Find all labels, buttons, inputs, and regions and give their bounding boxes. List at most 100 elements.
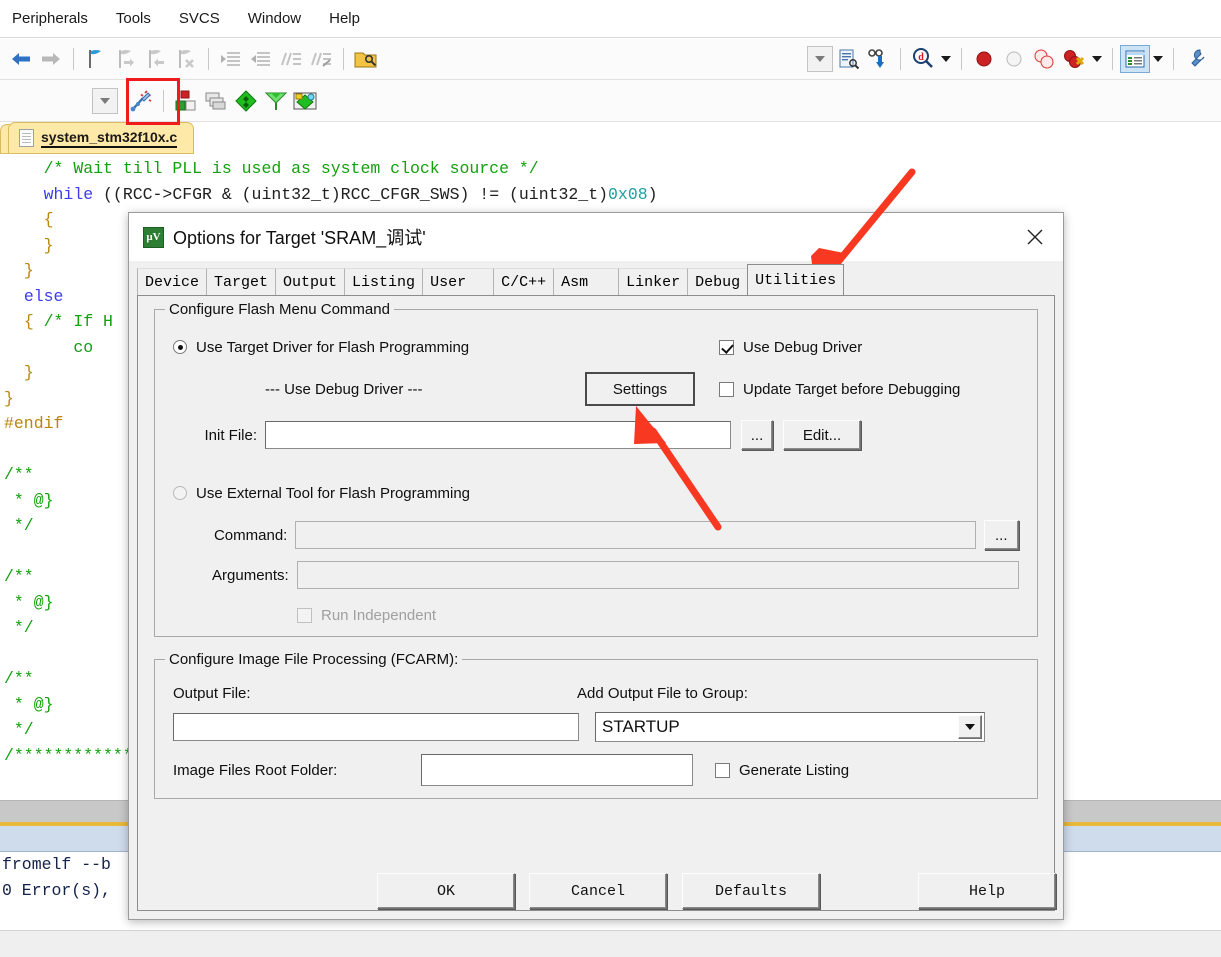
build-output-line-1: fromelf --b [2, 855, 111, 874]
arguments-label: Arguments: [212, 566, 289, 584]
code-line: while ((RCC->CFGR & (uint32_t)RCC_CFGR_S… [0, 182, 1221, 208]
code-token: { [23, 312, 44, 331]
radio-use-external-tool[interactable] [173, 486, 187, 500]
code-token: * @} [13, 592, 54, 612]
menu-svcs[interactable]: SVCS [179, 10, 220, 27]
breakpoint-disabled-icon[interactable] [999, 44, 1029, 74]
dropdown-icon[interactable] [92, 87, 118, 114]
checkbox-use-debug-driver[interactable] [719, 339, 734, 355]
close-icon[interactable] [1013, 217, 1057, 257]
flash-group-legend: Configure Flash Menu Command [165, 301, 394, 318]
target-options-icon[interactable] [833, 44, 863, 74]
defaults-button[interactable]: Defaults [682, 873, 820, 909]
tab-output[interactable]: Output [275, 268, 346, 295]
c-file-icon [19, 129, 34, 147]
dropdown-icon[interactable] [807, 45, 833, 72]
dialog-title: Options for Target 'SRAM_调试' [173, 228, 426, 248]
configure-image-file-processing-group: Configure Image File Processing (FCARM):… [154, 651, 1038, 799]
dialog-title-bar: µV Options for Target 'SRAM_调试' [129, 213, 1063, 261]
batch-build-icon[interactable] [201, 86, 231, 116]
toolbar-primary: d [0, 38, 1221, 80]
image-files-root-folder-input[interactable] [421, 754, 693, 786]
open-folder-icon[interactable] [351, 44, 381, 74]
menu-peripherals[interactable]: Peripherals [12, 10, 88, 27]
checkbox-run-independent[interactable] [297, 607, 312, 623]
command-input[interactable] [295, 521, 976, 549]
toolbar-separator [1112, 47, 1113, 70]
download-icon[interactable] [863, 44, 893, 74]
tab-utilities[interactable]: Utilities [747, 264, 845, 295]
bookmark-icon[interactable] [81, 44, 111, 74]
image-files-root-folder-label: Image Files Root Folder: [173, 761, 338, 779]
settings-button[interactable]: Settings [585, 372, 695, 406]
help-button[interactable]: Help [918, 873, 1056, 909]
kill-breakpoints-icon[interactable] [1059, 44, 1089, 74]
tab-linker[interactable]: Linker [618, 268, 689, 295]
rebuild-icon[interactable] [291, 86, 321, 116]
tab-target[interactable]: Target [206, 268, 277, 295]
toolbar-build [0, 80, 1221, 122]
outdent-icon[interactable] [246, 44, 276, 74]
project-window-icon[interactable] [1120, 44, 1150, 73]
status-bar [0, 930, 1221, 957]
chevron-down-icon[interactable] [958, 715, 982, 739]
output-file-input[interactable] [173, 713, 579, 741]
toolbar-separator [900, 47, 901, 70]
dialog-footer: OK Cancel Defaults Help [137, 873, 1056, 909]
tab-debug[interactable]: Debug [687, 268, 749, 295]
code-token: * @} [13, 490, 54, 510]
menu-window[interactable]: Window [248, 10, 301, 27]
forward-arrow-icon[interactable] [36, 44, 66, 74]
toolbar-separator [208, 47, 209, 70]
checkbox-update-target-before-debugging[interactable] [719, 381, 734, 397]
chevron-down-icon[interactable] [938, 44, 954, 74]
build-icon[interactable] [261, 86, 291, 116]
bookmark-prev-icon[interactable] [141, 44, 171, 74]
tab-user[interactable]: User [422, 268, 495, 295]
breakpoints-icon[interactable] [1029, 44, 1059, 74]
radio-use-external-tool-label: Use External Tool for Flash Programming [196, 484, 470, 502]
uncomment-icon[interactable] [306, 44, 336, 74]
menu-help[interactable]: Help [329, 10, 360, 27]
tab-asm[interactable]: Asm [553, 268, 620, 295]
code-token: while [43, 184, 94, 204]
add-output-file-to-group-select[interactable]: STARTUP [595, 712, 985, 742]
configure-icon[interactable] [1181, 44, 1211, 74]
code-token: /* If H [43, 312, 113, 331]
add-output-file-to-group-value: STARTUP [602, 717, 680, 736]
tab-device[interactable]: Device [137, 268, 208, 295]
debug-magnifier-icon[interactable]: d [908, 44, 938, 74]
code-token: * @} [13, 694, 54, 714]
editor-tab-system-stm32f10x[interactable]: system_stm32f10x.c [8, 122, 195, 154]
ok-button[interactable]: OK [377, 873, 515, 909]
svg-text:d: d [918, 52, 924, 63]
init-file-edit-button[interactable]: Edit... [783, 420, 861, 450]
arguments-input[interactable] [296, 561, 1019, 589]
chevron-down-icon[interactable] [1150, 44, 1166, 74]
command-browse-button[interactable]: ... [983, 520, 1020, 550]
bookmark-clear-icon[interactable] [171, 44, 201, 74]
bookmark-next-icon[interactable] [111, 44, 141, 74]
back-arrow-icon[interactable] [6, 44, 36, 74]
init-file-browse-button[interactable]: ... [741, 420, 773, 450]
translate-icon[interactable] [231, 86, 261, 116]
cancel-button[interactable]: Cancel [529, 873, 667, 909]
add-output-file-to-group-label: Add Output File to Group: [577, 684, 748, 702]
checkbox-run-independent-label: Run Independent [321, 606, 437, 624]
checkbox-generate-listing-label: Generate Listing [739, 761, 850, 779]
code-line: /* Wait till PLL is used as system clock… [0, 156, 1221, 182]
code-token: ) [647, 184, 658, 204]
breakpoint-icon[interactable] [969, 44, 999, 74]
highlight-box-annotation [126, 78, 180, 125]
chevron-down-icon[interactable] [1089, 44, 1105, 74]
tab-listing[interactable]: Listing [344, 268, 424, 295]
init-file-label: Init File: [204, 426, 257, 444]
init-file-input[interactable] [265, 421, 731, 449]
tab-c-c-[interactable]: C/C++ [493, 268, 555, 295]
radio-use-target-driver[interactable] [173, 340, 187, 354]
indent-icon[interactable] [216, 44, 246, 74]
code-token: */ [13, 720, 34, 739]
menu-tools[interactable]: Tools [116, 10, 151, 27]
comment-icon[interactable] [276, 44, 306, 74]
checkbox-generate-listing[interactable] [715, 762, 730, 778]
